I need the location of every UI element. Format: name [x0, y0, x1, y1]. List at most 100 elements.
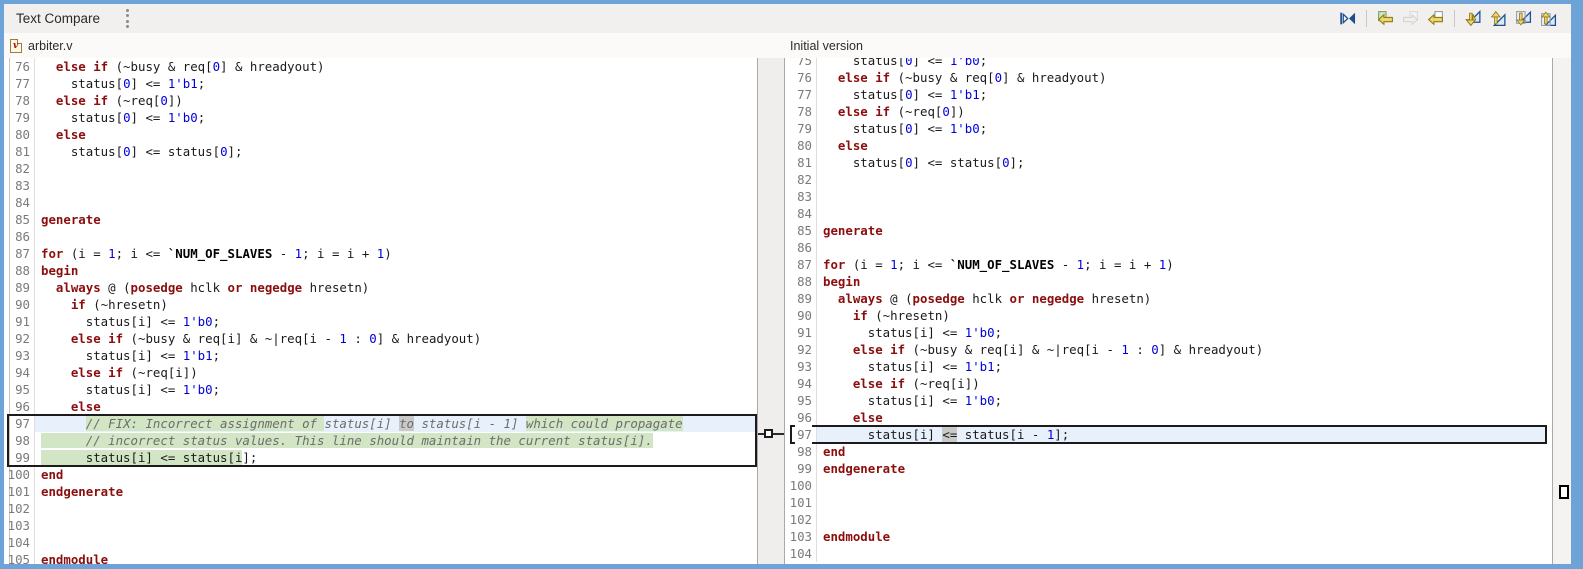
code-text[interactable]: if (~hresetn) — [817, 307, 1547, 324]
right-editor-pane: 75 status[0] <= 1'b0; 76 else if (~busy &… — [785, 58, 1552, 564]
code-text[interactable] — [817, 205, 1547, 222]
code-text[interactable]: else if (~req[i]) — [817, 375, 1547, 392]
right-code-line-91: 91 status[i] <= 1'b0; — [785, 324, 1552, 341]
right-code-line-80: 80 else — [785, 137, 1552, 154]
code-text[interactable] — [35, 194, 757, 211]
code-text[interactable]: generate — [35, 211, 757, 228]
overview-diff-marker[interactable] — [1559, 485, 1569, 499]
right-code-line-77: 77 status[0] <= 1'b1; — [785, 86, 1552, 103]
compare-content: 76 else if (~busy & req[0] & hreadyout) 7… — [4, 58, 1571, 564]
line-number: 104 — [785, 545, 817, 562]
code-text[interactable]: status[0] <= 1'b1; — [35, 75, 757, 92]
next-difference-button[interactable] — [1461, 7, 1486, 30]
code-text[interactable]: else if (~busy & req[i] & ~|req[i - 1 : … — [35, 330, 757, 347]
code-text[interactable]: always @ (posedge hclk or negedge hreset… — [817, 290, 1547, 307]
view-menu-icon[interactable] — [126, 8, 130, 29]
code-text[interactable]: begin — [817, 273, 1547, 290]
code-text[interactable] — [35, 160, 757, 177]
code-text[interactable] — [817, 545, 1547, 562]
code-text[interactable] — [35, 228, 757, 245]
left-code-line-102: 102 — [4, 500, 757, 517]
code-text[interactable]: else if (~req[i]) — [35, 364, 757, 381]
swap-panes-button[interactable] — [1335, 7, 1360, 30]
code-text[interactable]: else if (~req[0]) — [35, 92, 757, 109]
code-text[interactable]: status[0] <= 1'b1; — [817, 86, 1547, 103]
code-text[interactable]: begin — [35, 262, 757, 279]
code-text[interactable] — [817, 511, 1547, 528]
code-text[interactable]: status[i] <= 1'b0; — [35, 381, 757, 398]
verilog-file-icon: v — [10, 38, 22, 53]
copy-all-right-to-left-button[interactable] — [1373, 7, 1398, 30]
next-change-button[interactable] — [1511, 7, 1536, 30]
right-code-line-89: 89 always @ (posedge hclk or negedge hre… — [785, 290, 1552, 307]
line-number: 93 — [785, 358, 817, 375]
code-text[interactable]: status[0] <= 1'b0; — [35, 109, 757, 126]
overview-ruler[interactable] — [1552, 58, 1571, 564]
code-text[interactable]: if (~hresetn) — [35, 296, 757, 313]
code-text[interactable]: // FIX: Incorrect assignment of status[i… — [35, 415, 757, 432]
code-text[interactable]: endmodule — [817, 528, 1547, 545]
code-text[interactable]: always @ (posedge hclk or negedge hreset… — [35, 279, 757, 296]
left-code-line-98: 98 // incorrect status values. This line… — [4, 432, 757, 449]
line-number: 82 — [4, 160, 35, 177]
code-text[interactable]: status[0] <= status[0]; — [35, 143, 757, 160]
code-text[interactable] — [35, 500, 757, 517]
code-text[interactable]: else if (~req[0]) — [817, 103, 1547, 120]
code-text[interactable]: else — [35, 398, 757, 415]
code-text[interactable]: endmodule — [35, 551, 757, 564]
previous-change-button[interactable] — [1536, 7, 1561, 30]
line-number: 89 — [785, 290, 817, 307]
code-text[interactable]: end — [35, 466, 757, 483]
left-code-line-89: 89 always @ (posedge hclk or negedge hre… — [4, 279, 757, 296]
copy-left-to-right-icon — [1403, 11, 1419, 26]
line-number: 77 — [785, 86, 817, 103]
code-text[interactable]: generate — [817, 222, 1547, 239]
code-text[interactable]: endgenerate — [35, 483, 757, 500]
code-text[interactable]: status[i] <= 1'b0; — [817, 392, 1547, 409]
code-text[interactable]: status[i] <= 1'b0; — [35, 313, 757, 330]
code-text[interactable]: status[i] <= 1'b0; — [817, 324, 1547, 341]
line-number: 88 — [4, 262, 35, 279]
line-number: 97 — [4, 415, 35, 432]
code-text[interactable]: status[i] <= 1'b1; — [35, 347, 757, 364]
code-text[interactable]: // incorrect status values. This line sh… — [35, 432, 757, 449]
code-text[interactable]: status[i] <= 1'b1; — [817, 358, 1547, 375]
code-text[interactable] — [817, 494, 1547, 511]
code-text[interactable]: status[0] <= status[0]; — [817, 154, 1547, 171]
code-text[interactable] — [817, 171, 1547, 188]
code-text[interactable] — [817, 188, 1547, 205]
code-text[interactable] — [817, 477, 1547, 494]
code-text[interactable] — [35, 517, 757, 534]
code-text[interactable]: for (i = 1; i <= `NUM_OF_SLAVES - 1; i =… — [35, 245, 757, 262]
line-number: 82 — [785, 171, 817, 188]
diff-connector-handle[interactable] — [764, 429, 773, 438]
code-text[interactable]: else if (~busy & req[0] & hreadyout) — [35, 58, 757, 75]
line-number: 101 — [4, 483, 35, 500]
right-code-line-102: 102 — [785, 511, 1552, 528]
line-number: 81 — [785, 154, 817, 171]
code-text[interactable] — [817, 239, 1547, 256]
code-text[interactable]: else if (~busy & req[i] & ~|req[i - 1 : … — [817, 341, 1547, 358]
line-number: 91 — [4, 313, 35, 330]
left-code-line-78: 78 else if (~req[0]) — [4, 92, 757, 109]
line-number: 75 — [785, 58, 817, 69]
line-number: 99 — [4, 449, 35, 466]
code-text[interactable]: else — [35, 126, 757, 143]
code-text[interactable]: else — [817, 137, 1547, 154]
line-number: 77 — [4, 75, 35, 92]
code-text[interactable]: status[i] <= status[i - 1]; — [817, 426, 1547, 443]
code-text[interactable] — [35, 177, 757, 194]
previous-difference-button[interactable] — [1486, 7, 1511, 30]
code-text[interactable]: for (i = 1; i <= `NUM_OF_SLAVES - 1; i =… — [817, 256, 1547, 273]
code-text[interactable]: endgenerate — [817, 460, 1547, 477]
right-code-line-90: 90 if (~hresetn) — [785, 307, 1552, 324]
code-text[interactable] — [35, 534, 757, 551]
copy-right-to-left-button[interactable] — [1423, 7, 1448, 30]
code-text[interactable]: status[i] <= status[i]; — [35, 449, 757, 466]
line-number: 79 — [4, 109, 35, 126]
code-text[interactable]: end — [817, 443, 1547, 460]
code-text[interactable]: status[0] <= 1'b0; — [817, 58, 1547, 69]
code-text[interactable]: else — [817, 409, 1547, 426]
code-text[interactable]: else if (~busy & req[0] & hreadyout) — [817, 69, 1547, 86]
code-text[interactable]: status[0] <= 1'b0; — [817, 120, 1547, 137]
